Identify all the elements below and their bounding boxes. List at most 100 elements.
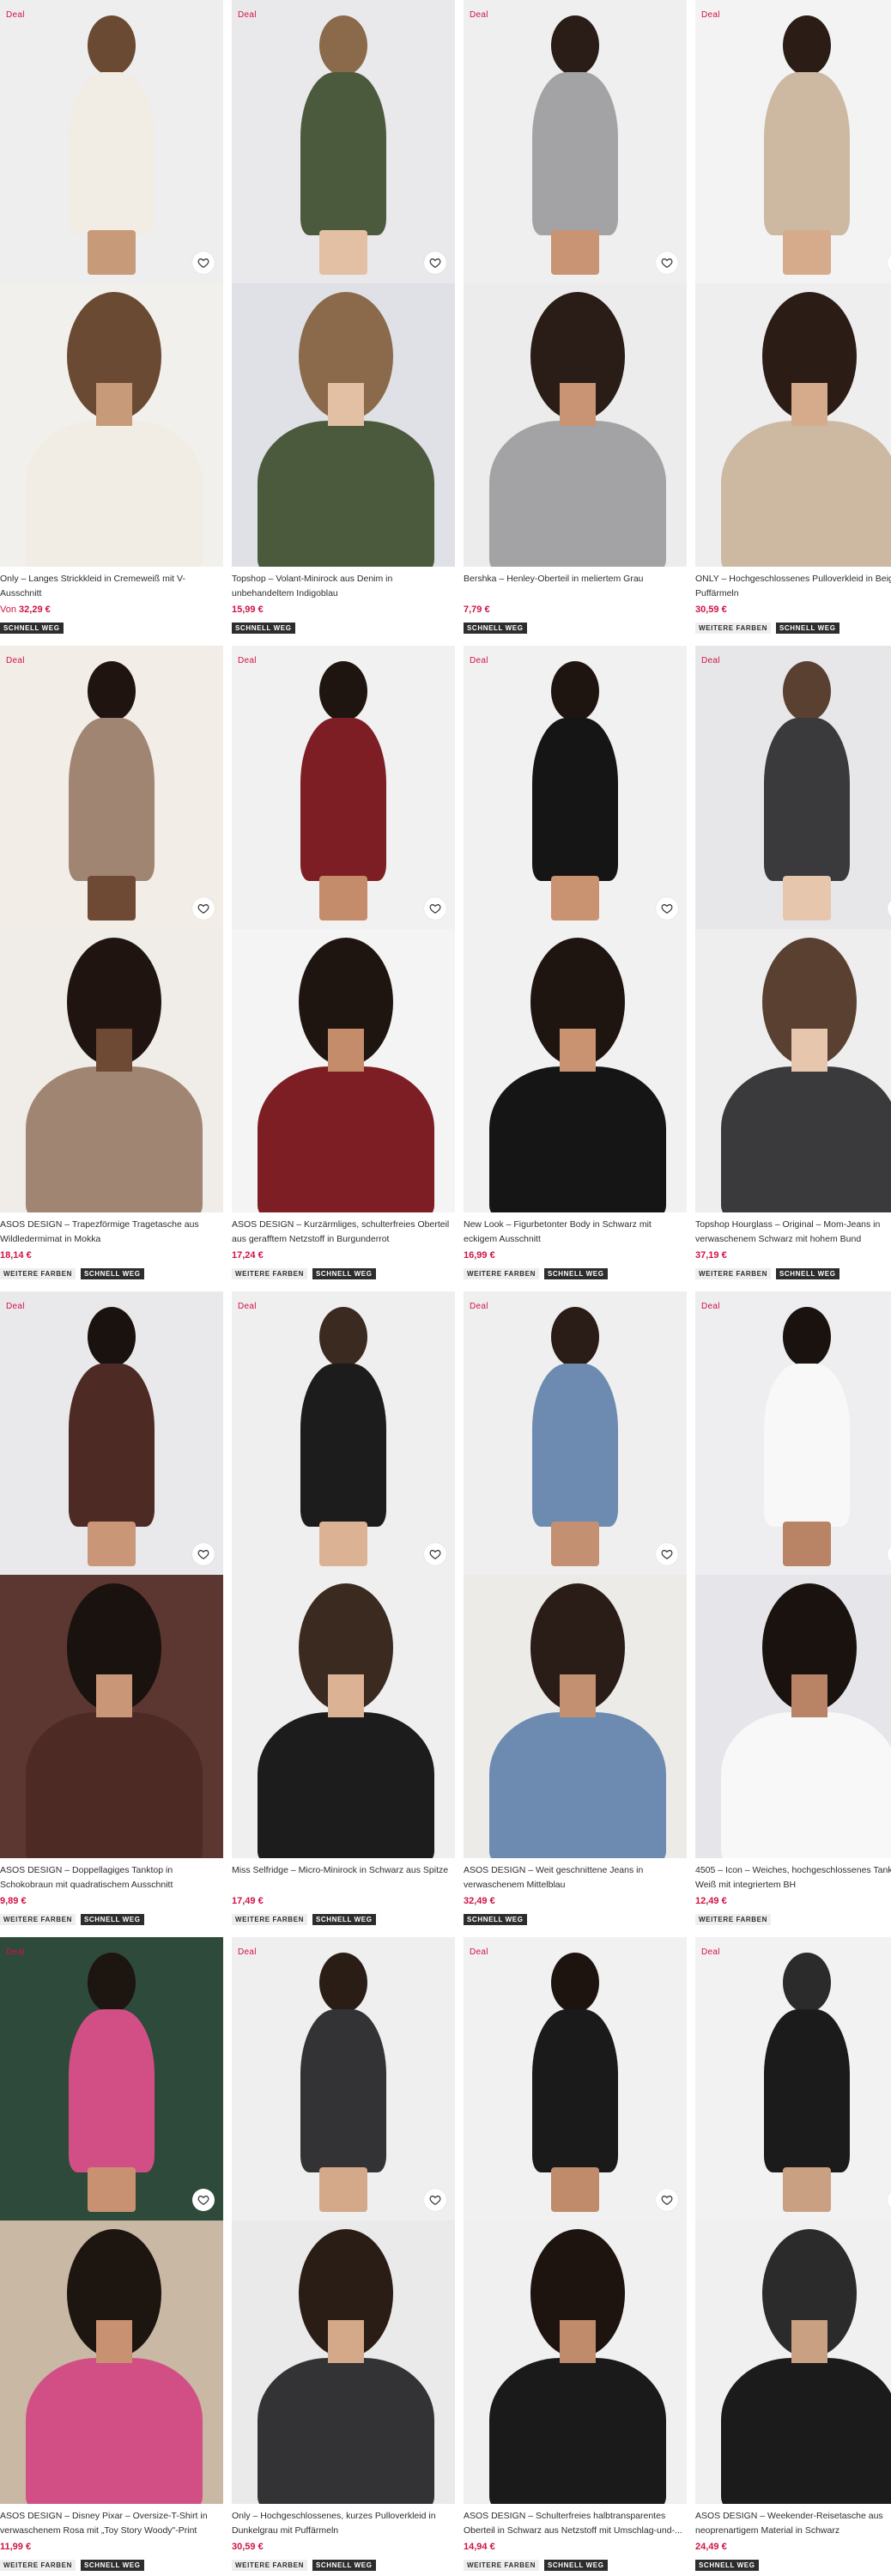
product-image-primary[interactable] bbox=[695, 1937, 891, 2221]
save-for-later-button[interactable] bbox=[656, 897, 678, 920]
save-for-later-button[interactable] bbox=[424, 897, 446, 920]
product-image-gallery[interactable]: Deal bbox=[464, 646, 687, 1212]
product-image-primary[interactable] bbox=[695, 0, 891, 283]
product-name[interactable]: Topshop – Volant-Minirock aus Denim in u… bbox=[232, 572, 455, 601]
product-name[interactable]: ASOS DESIGN – Schulterfreies halbtranspa… bbox=[464, 2509, 687, 2538]
product-image-gallery[interactable]: Deal bbox=[232, 0, 455, 567]
product-image-gallery[interactable]: Deal bbox=[232, 646, 455, 1212]
save-for-later-button[interactable] bbox=[424, 252, 446, 274]
product-name[interactable]: ASOS DESIGN – Kurzärmliges, schulterfrei… bbox=[232, 1218, 455, 1247]
product-image-secondary[interactable] bbox=[464, 929, 687, 1212]
product-image-gallery[interactable]: Deal bbox=[695, 646, 891, 1212]
model-legs bbox=[319, 876, 367, 920]
product-card[interactable]: Deal ASOS DESIGN – Weit geschnittene Jean… bbox=[464, 1291, 687, 1932]
product-image-gallery[interactable]: Deal bbox=[232, 1291, 455, 1858]
product-card[interactable]: Deal Bershka – Henley-Oberteil in meliert… bbox=[464, 0, 687, 641]
product-image-secondary[interactable] bbox=[464, 2221, 687, 2504]
product-name[interactable]: ONLY – Hochgeschlossenes Pulloverkleid i… bbox=[695, 572, 891, 601]
product-card[interactable]: Deal 4505 – Icon – Weiches, hochgeschloss… bbox=[695, 1291, 891, 1932]
product-image-primary[interactable] bbox=[232, 1937, 455, 2221]
product-image-secondary[interactable] bbox=[0, 2221, 223, 2504]
product-image-gallery[interactable]: Deal bbox=[695, 0, 891, 567]
product-image-gallery[interactable]: Deal bbox=[0, 646, 223, 1212]
product-image-gallery[interactable]: Deal bbox=[695, 1291, 891, 1858]
product-image-primary[interactable] bbox=[232, 646, 455, 929]
product-image-gallery[interactable]: Deal bbox=[464, 1937, 687, 2504]
product-image-gallery[interactable]: Deal bbox=[464, 1291, 687, 1858]
product-image-primary[interactable] bbox=[232, 1291, 455, 1575]
save-for-later-button[interactable] bbox=[192, 897, 215, 920]
product-card[interactable]: Deal Topshop Hourglass – Original – Mom-J… bbox=[695, 646, 891, 1286]
product-image-secondary[interactable] bbox=[232, 929, 455, 1212]
product-image-secondary[interactable] bbox=[464, 283, 687, 567]
save-for-later-button[interactable] bbox=[424, 2189, 446, 2211]
model-hair bbox=[551, 15, 599, 76]
selling-fast-badge: SCHNELL WEG bbox=[312, 1914, 376, 1925]
product-image-secondary[interactable] bbox=[232, 283, 455, 567]
product-image-primary[interactable] bbox=[0, 0, 223, 283]
product-price: 15,99 € bbox=[232, 605, 455, 618]
product-image-primary[interactable] bbox=[464, 646, 687, 929]
product-image-primary[interactable] bbox=[695, 1291, 891, 1575]
product-image-primary[interactable] bbox=[464, 1937, 687, 2221]
product-card[interactable]: Deal ASOS DESIGN – Trapezförmige Tragetas… bbox=[0, 646, 223, 1286]
product-image-secondary[interactable] bbox=[232, 1575, 455, 1858]
product-image-secondary[interactable] bbox=[232, 2221, 455, 2504]
product-image-primary[interactable] bbox=[232, 0, 455, 283]
product-card[interactable]: Deal ASOS DESIGN – Weekender-Reisetasche … bbox=[695, 1937, 891, 2576]
save-for-later-button[interactable] bbox=[424, 1543, 446, 1565]
product-name[interactable]: Miss Selfridge – Micro-Minirock in Schwa… bbox=[232, 1863, 455, 1893]
save-for-later-button[interactable] bbox=[656, 1543, 678, 1565]
product-name[interactable]: ASOS DESIGN – Disney Pixar – Oversize-T-… bbox=[0, 2509, 223, 2538]
product-name[interactable]: Topshop Hourglass – Original – Mom-Jeans… bbox=[695, 1218, 891, 1247]
save-for-later-button[interactable] bbox=[656, 2189, 678, 2211]
product-image-primary[interactable] bbox=[0, 646, 223, 929]
product-image-gallery[interactable]: Deal bbox=[232, 1937, 455, 2504]
product-image-gallery[interactable]: Deal bbox=[464, 0, 687, 567]
product-card[interactable]: Deal ASOS DESIGN – Kurzärmliges, schulter… bbox=[232, 646, 455, 1286]
product-card[interactable]: Deal Only – Langes Strickkleid in Cremewe… bbox=[0, 0, 223, 641]
product-name[interactable]: Only – Langes Strickkleid in Cremeweiß m… bbox=[0, 572, 223, 601]
product-image-primary[interactable] bbox=[0, 1291, 223, 1575]
product-image-secondary[interactable] bbox=[695, 1575, 891, 1858]
product-name[interactable]: Bershka – Henley-Oberteil in meliertem G… bbox=[464, 572, 687, 601]
product-image-primary[interactable] bbox=[695, 646, 891, 929]
product-card[interactable]: Deal ONLY – Hochgeschlossenes Pulloverkle… bbox=[695, 0, 891, 641]
product-name[interactable]: ASOS DESIGN – Weekender-Reisetasche aus … bbox=[695, 2509, 891, 2538]
product-image-primary[interactable] bbox=[464, 0, 687, 283]
model-neck bbox=[791, 1029, 827, 1072]
garment bbox=[258, 421, 434, 567]
save-for-later-button[interactable] bbox=[192, 2189, 215, 2211]
product-card[interactable]: Deal Only – Hochgeschlossenes, kurzes Pul… bbox=[232, 1937, 455, 2576]
product-name[interactable]: ASOS DESIGN – Trapezförmige Tragetasche … bbox=[0, 1218, 223, 1247]
product-image-secondary[interactable] bbox=[464, 1575, 687, 1858]
product-image-secondary[interactable] bbox=[0, 929, 223, 1212]
product-image-gallery[interactable]: Deal bbox=[0, 0, 223, 567]
product-image-gallery[interactable]: Deal bbox=[0, 1937, 223, 2504]
product-image-secondary[interactable] bbox=[0, 1575, 223, 1858]
product-card[interactable]: Deal Topshop – Volant-Minirock aus Denim … bbox=[232, 0, 455, 641]
product-card[interactable]: Deal ASOS DESIGN – Disney Pixar – Oversiz… bbox=[0, 1937, 223, 2576]
product-image-gallery[interactable]: Deal bbox=[0, 1291, 223, 1858]
product-card[interactable]: Deal Miss Selfridge – Micro-Minirock in S… bbox=[232, 1291, 455, 1932]
product-image-gallery[interactable]: Deal bbox=[695, 1937, 891, 2504]
product-name[interactable]: Only – Hochgeschlossenes, kurzes Pullove… bbox=[232, 2509, 455, 2538]
product-card[interactable]: Deal ASOS DESIGN – Schulterfreies halbtra… bbox=[464, 1937, 687, 2576]
product-card[interactable]: Deal New Look – Figurbetonter Body in Sch… bbox=[464, 646, 687, 1286]
save-for-later-button[interactable] bbox=[656, 252, 678, 274]
product-card[interactable]: Deal ASOS DESIGN – Doppellagiges Tanktop … bbox=[0, 1291, 223, 1932]
product-image-secondary[interactable] bbox=[0, 283, 223, 567]
model-neck bbox=[96, 2320, 132, 2363]
product-name[interactable]: ASOS DESIGN – Doppellagiges Tanktop in S… bbox=[0, 1863, 223, 1893]
product-image-secondary[interactable] bbox=[695, 283, 891, 567]
product-image-secondary[interactable] bbox=[695, 2221, 891, 2504]
save-for-later-button[interactable] bbox=[192, 1543, 215, 1565]
product-name[interactable]: ASOS DESIGN – Weit geschnittene Jeans in… bbox=[464, 1863, 687, 1893]
product-name[interactable]: 4505 – Icon – Weiches, hochgeschlossenes… bbox=[695, 1863, 891, 1893]
save-for-later-button[interactable] bbox=[192, 252, 215, 274]
product-name[interactable]: New Look – Figurbetonter Body in Schwarz… bbox=[464, 1218, 687, 1247]
product-image-secondary[interactable] bbox=[695, 929, 891, 1212]
product-image-primary[interactable] bbox=[0, 1937, 223, 2221]
product-tags: WEITERE FARBEN SCHNELL WEG bbox=[232, 2560, 455, 2571]
product-image-primary[interactable] bbox=[464, 1291, 687, 1575]
